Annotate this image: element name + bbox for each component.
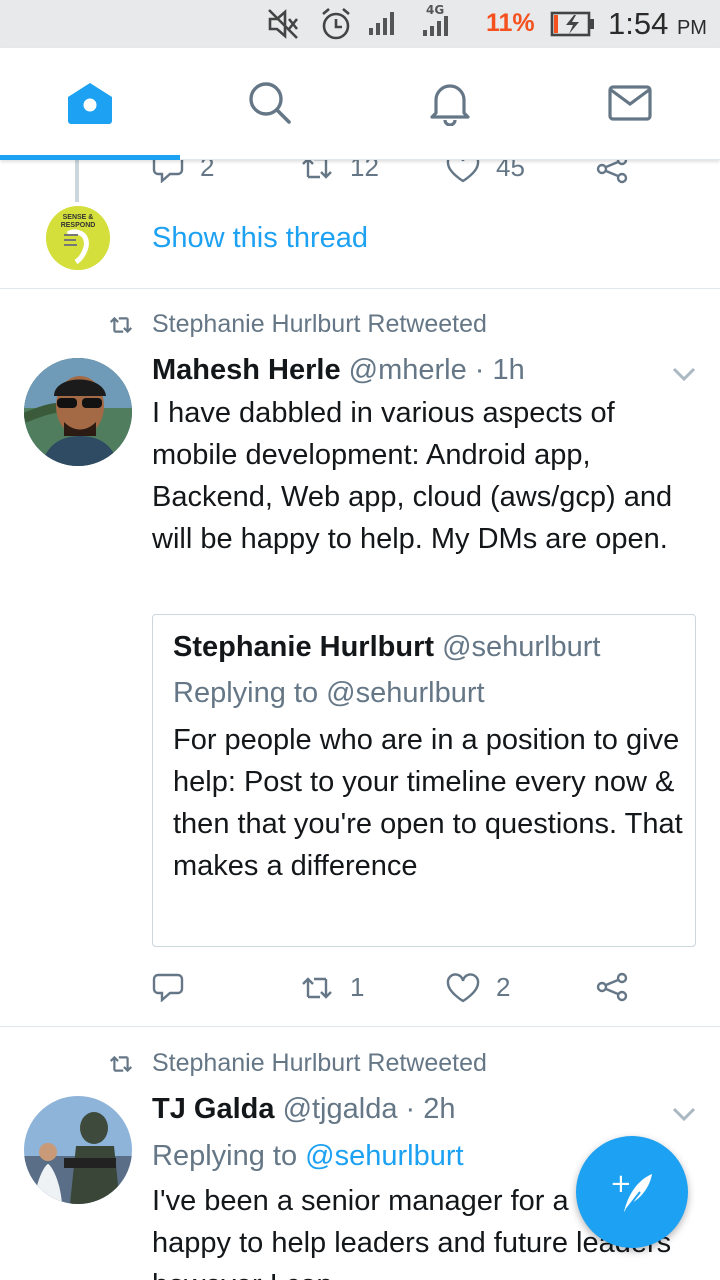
- divider: [0, 1026, 720, 1027]
- author-handle[interactable]: @mherle: [349, 354, 467, 386]
- retweet-small-icon: [109, 1055, 133, 1072]
- author-name[interactable]: Mahesh Herle: [152, 354, 341, 386]
- signal-icon: [368, 10, 396, 41]
- heart-icon: [446, 972, 480, 1002]
- chevron-down-icon[interactable]: [672, 1106, 696, 1127]
- replying-to-mention[interactable]: @sehurlburt: [305, 1140, 463, 1172]
- tab-messages[interactable]: [540, 48, 720, 158]
- retweet-icon: [302, 160, 332, 179]
- reply-icon: [152, 973, 184, 1002]
- quoted-tweet[interactable]: Stephanie Hurlburt @sehurlburt Replying …: [152, 614, 696, 947]
- retweeted-by: Stephanie Hurlburt Retweeted: [152, 310, 487, 338]
- reply-button[interactable]: [152, 972, 200, 1002]
- retweet-small-icon: [109, 316, 133, 333]
- retweet-button[interactable]: 12: [300, 160, 379, 183]
- retweeted-by-line: Stephanie Hurlburt Retweeted: [108, 310, 487, 339]
- share-icon: [596, 160, 628, 184]
- reply-icon: [152, 160, 184, 183]
- chevron-down-icon[interactable]: [672, 366, 696, 387]
- retweet-count: 1: [350, 972, 365, 1002]
- status-bar: 4G 11% 1:54 PM: [0, 0, 720, 48]
- author-handle[interactable]: @tjgalda: [283, 1093, 398, 1125]
- like-count: 45: [496, 160, 525, 182]
- separator: ·: [405, 1093, 416, 1125]
- thread-connector: [75, 160, 79, 202]
- tweet-header: Mahesh Herle @mherle · 1h: [152, 354, 525, 387]
- separator: ·: [474, 354, 485, 386]
- retweeted-by: Stephanie Hurlburt Retweeted: [152, 1049, 487, 1077]
- retweet-button[interactable]: 1: [300, 972, 364, 1003]
- tweet-time: 1h: [492, 354, 525, 386]
- tweet-header: TJ Galda @tjgalda · 2h: [152, 1093, 456, 1126]
- author-name[interactable]: TJ Galda: [152, 1093, 275, 1125]
- show-thread-link[interactable]: Show this thread: [152, 222, 368, 255]
- home-icon: [68, 83, 112, 124]
- active-tab-indicator: [0, 155, 180, 160]
- battery-charging-icon: [550, 10, 596, 43]
- tab-home[interactable]: [0, 48, 180, 160]
- compose-plus: +: [610, 1169, 632, 1199]
- quote-author-handle: @sehurlburt: [442, 631, 601, 663]
- reply-count: 2: [200, 160, 215, 182]
- clock-time: 1:54: [608, 6, 669, 41]
- avatar-text-2: RESPOND: [61, 222, 96, 229]
- tweet-text: I have dabbled in various aspects of mob…: [152, 397, 673, 555]
- quote-author-name: Stephanie Hurlburt: [173, 631, 435, 663]
- timeline[interactable]: 2 12 45 SENSE & RESPOND Show this thread…: [0, 160, 720, 1280]
- heart-icon: [446, 160, 480, 182]
- quote-replying-to: Replying to @sehurlburt: [173, 677, 485, 709]
- replying-to-label: Replying to: [152, 1140, 298, 1172]
- quote-text: For people who are in a position to give…: [173, 724, 683, 882]
- divider: [0, 288, 720, 289]
- share-button[interactable]: [596, 972, 628, 1002]
- network-label: 4G: [426, 3, 444, 17]
- clock: 1:54 PM: [608, 6, 707, 42]
- signal-4g-icon: 4G: [420, 2, 454, 43]
- tweet-time: 2h: [423, 1093, 456, 1125]
- retweet-count: 12: [350, 160, 379, 182]
- retweet-icon: [302, 976, 332, 999]
- bell-icon: [430, 84, 470, 126]
- like-count: 2: [496, 972, 511, 1002]
- share-button[interactable]: [596, 160, 628, 184]
- reply-button[interactable]: 2: [152, 160, 214, 183]
- like-button[interactable]: 45: [446, 160, 525, 183]
- clock-ampm: PM: [676, 17, 707, 39]
- alarm-icon: [320, 7, 352, 46]
- avatar-text-1: SENSE &: [63, 214, 94, 221]
- compose-icon: +: [610, 1169, 652, 1212]
- battery-percent: 11%: [486, 9, 535, 37]
- quote-header: Stephanie Hurlburt @sehurlburt: [173, 631, 600, 664]
- top-nav: [0, 48, 720, 160]
- search-icon: [249, 82, 291, 124]
- tab-notifications[interactable]: [360, 48, 540, 158]
- share-icon: [596, 972, 628, 1002]
- mail-icon: [608, 85, 652, 121]
- compose-button[interactable]: +: [576, 1136, 688, 1248]
- retweeted-by-line: Stephanie Hurlburt Retweeted: [108, 1049, 487, 1078]
- avatar[interactable]: [24, 1096, 132, 1204]
- replying-to: Replying to @sehurlburt: [152, 1140, 464, 1173]
- avatar[interactable]: SENSE & RESPOND: [46, 206, 110, 270]
- avatar[interactable]: [24, 358, 132, 466]
- like-button[interactable]: 2: [446, 972, 510, 1003]
- tab-search[interactable]: [180, 48, 360, 158]
- mute-icon: [266, 7, 300, 46]
